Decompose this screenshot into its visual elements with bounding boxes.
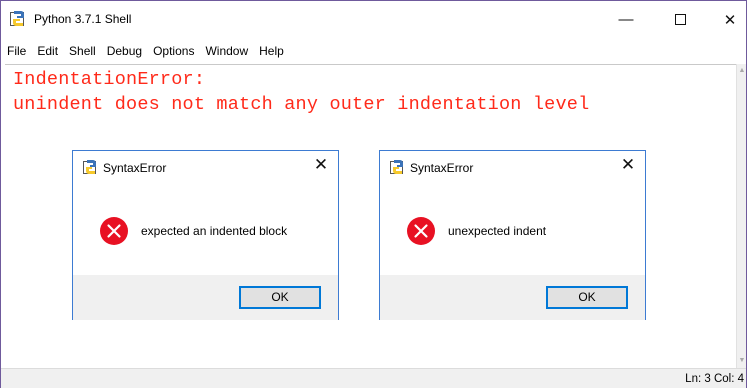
dialog-footer: OK <box>380 275 645 320</box>
dialog-title-bar[interactable]: SyntaxError ✕ <box>380 151 645 181</box>
close-button[interactable]: ✕ <box>707 1 747 38</box>
dialog-title: SyntaxError <box>103 161 167 175</box>
scroll-up-arrow-icon[interactable]: ▲ <box>737 66 747 76</box>
syntax-error-dialog: SyntaxError ✕ expected an indented block… <box>72 150 339 320</box>
error-output-line: IndentationError: <box>13 69 206 90</box>
vertical-scrollbar[interactable]: ▲ ▼ <box>736 64 746 368</box>
idle-shell-window: Python 3.7.1 Shell — ✕ File Edit Shell D… <box>0 0 747 388</box>
error-icon <box>407 217 435 245</box>
status-bar: Ln: 3 Col: 4 <box>1 368 746 388</box>
error-icon <box>100 217 128 245</box>
dialog-body: expected an indented block <box>73 181 338 275</box>
maximize-button[interactable] <box>657 1 703 38</box>
ok-button[interactable]: OK <box>239 286 321 309</box>
menu-edit[interactable]: Edit <box>36 42 59 60</box>
python-icon <box>83 160 96 174</box>
minimize-button[interactable]: — <box>603 1 649 38</box>
dialog-body: unexpected indent <box>380 181 645 275</box>
menu-file[interactable]: File <box>6 42 27 60</box>
syntax-error-dialog: SyntaxError ✕ unexpected indent OK <box>379 150 646 320</box>
dialog-message: expected an indented block <box>141 224 288 238</box>
menu-options[interactable]: Options <box>152 42 195 60</box>
dialog-message: unexpected indent <box>448 224 547 238</box>
title-bar[interactable]: Python 3.7.1 Shell — ✕ <box>1 1 746 38</box>
maximize-icon <box>674 14 686 25</box>
menu-help[interactable]: Help <box>258 42 285 60</box>
dialog-close-button[interactable]: ✕ <box>311 155 331 175</box>
cursor-position: Ln: 3 Col: 4 <box>685 373 744 385</box>
python-icon <box>390 160 403 174</box>
menu-bar: File Edit Shell Debug Options Window Hel… <box>1 38 746 64</box>
menu-debug[interactable]: Debug <box>106 42 143 60</box>
scroll-down-arrow-icon[interactable]: ▼ <box>737 356 747 366</box>
menu-shell[interactable]: Shell <box>68 42 97 60</box>
python-icon <box>10 11 24 26</box>
error-output-line: unindent does not match any outer indent… <box>13 94 590 115</box>
ok-button[interactable]: OK <box>546 286 628 309</box>
dialog-close-button[interactable]: ✕ <box>618 155 638 175</box>
dialog-footer: OK <box>73 275 338 320</box>
dialog-title-bar[interactable]: SyntaxError ✕ <box>73 151 338 181</box>
dialog-title: SyntaxError <box>410 161 474 175</box>
window-title: Python 3.7.1 Shell <box>34 12 132 26</box>
menu-window[interactable]: Window <box>204 42 249 60</box>
